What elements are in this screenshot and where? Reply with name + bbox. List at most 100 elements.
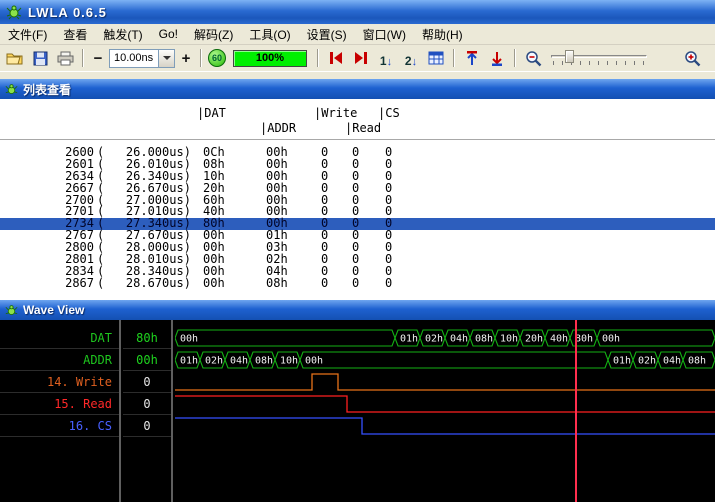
signal-name[interactable]: 16. CS: [0, 415, 119, 437]
column-header-cs: |CS: [378, 106, 400, 120]
frame-strip: [0, 71, 715, 79]
list-row[interactable]: 2867( 28.670us)00h08h000: [0, 278, 715, 290]
window-title: LWLA 0.6.5: [28, 5, 107, 20]
svg-text:04h: 04h: [663, 356, 681, 367]
sample-period-combo[interactable]: 10.00ns: [109, 49, 175, 68]
set-trigger-button[interactable]: [486, 47, 508, 69]
trigger-down-arrow-icon: [490, 51, 504, 66]
svg-text:01h: 01h: [180, 356, 198, 367]
goto-marker-1-button[interactable]: 1↓: [375, 47, 397, 69]
app-logo-icon: [6, 4, 22, 20]
skip-back-icon: [328, 51, 344, 65]
chevron-down-icon: [163, 56, 171, 60]
signal-cursor-value: 80h: [123, 327, 171, 349]
menu-item[interactable]: 设置(S): [299, 24, 355, 44]
toolbar: − 10.00ns + 60 100% 1↓ 2↓: [0, 45, 715, 71]
column-header-read: |Read: [345, 121, 381, 135]
list-view-titlebar[interactable]: 列表查看: [0, 79, 715, 99]
svg-text:00h: 00h: [602, 334, 620, 345]
header-separator: [0, 139, 715, 140]
time-cursor[interactable]: [575, 320, 577, 502]
combo-dropdown-button[interactable]: [158, 50, 174, 67]
zoom-slider[interactable]: [551, 48, 647, 68]
magnifier-minus-icon: [525, 50, 542, 67]
signal-cursor-value: 00h: [123, 349, 171, 371]
capture-progress-bar: 100%: [233, 50, 307, 67]
arrow-down-icon: ↓: [387, 56, 393, 68]
zoom-out-button[interactable]: [522, 47, 544, 69]
menu-item[interactable]: 触发(T): [95, 24, 150, 44]
toolbar-separator: [317, 49, 319, 67]
signal-name[interactable]: DAT: [0, 327, 119, 349]
zoom-in-button[interactable]: [681, 47, 703, 69]
marker-1-label: 1: [380, 54, 387, 68]
svg-text:04h: 04h: [230, 356, 248, 367]
toolbar-separator: [82, 49, 84, 67]
list-view-title: 列表查看: [23, 81, 71, 98]
slider-thumb[interactable]: [565, 50, 574, 63]
open-folder-icon: [6, 51, 24, 66]
svg-text:02h: 02h: [205, 356, 223, 367]
signal-name-column: DATADDR14. Write15. Read16. CS: [0, 320, 121, 502]
skip-forward-icon: [353, 51, 369, 65]
menu-item[interactable]: 查看: [55, 24, 95, 44]
cell: 0: [385, 278, 392, 290]
cell: 0: [352, 278, 359, 290]
menubar: 文件(F)查看触发(T)Go!解码(Z)工具(O)设置(S)窗口(W)帮助(H): [0, 24, 715, 45]
app-logo-icon: [5, 304, 18, 317]
svg-text:40h: 40h: [550, 334, 568, 345]
svg-text:02h: 02h: [638, 356, 656, 367]
column-header-write: |Write: [314, 106, 357, 120]
zoom-step-out-button[interactable]: −: [90, 47, 106, 69]
svg-text:20h: 20h: [525, 334, 543, 345]
svg-text:80h: 80h: [575, 334, 593, 345]
wave-view-body: DATADDR14. Write15. Read16. CS 80h00h000…: [0, 320, 715, 502]
floppy-disk-icon: [33, 51, 48, 66]
sample-period-value: 10.00ns: [110, 52, 158, 64]
marker-2-label: 2: [405, 54, 412, 68]
list-rows: 2600( 26.000us)0Ch00h0002601( 26.010us)0…: [0, 147, 715, 290]
open-file-button[interactable]: [4, 47, 26, 69]
signal-name[interactable]: 14. Write: [0, 371, 119, 393]
goto-start-button[interactable]: [325, 47, 347, 69]
magnifier-plus-icon: [684, 50, 701, 67]
signal-name[interactable]: ADDR: [0, 349, 119, 371]
goto-marker-2-button[interactable]: 2↓: [400, 47, 422, 69]
toolbar-separator: [200, 49, 202, 67]
svg-text:01h: 01h: [400, 334, 418, 345]
svg-text:02h: 02h: [425, 334, 443, 345]
menu-item[interactable]: 帮助(H): [414, 24, 471, 44]
menu-item[interactable]: 解码(Z): [186, 24, 241, 44]
goto-end-button[interactable]: [350, 47, 372, 69]
print-button[interactable]: [54, 47, 76, 69]
signal-name[interactable]: 15. Read: [0, 393, 119, 415]
menu-item[interactable]: 窗口(W): [355, 24, 414, 44]
save-button[interactable]: [29, 47, 51, 69]
signal-value-column: 80h00h000: [123, 320, 173, 502]
titlebar[interactable]: LWLA 0.6.5: [0, 0, 715, 24]
wave-view-title: Wave View: [23, 303, 84, 317]
list-window-button[interactable]: [425, 47, 447, 69]
menu-item[interactable]: 工具(O): [241, 24, 298, 44]
cell: 08h: [266, 278, 288, 290]
svg-text:08h: 08h: [255, 356, 273, 367]
toolbar-separator: [453, 49, 455, 67]
svg-text:10h: 10h: [500, 334, 518, 345]
goto-trigger-button[interactable]: [461, 47, 483, 69]
clock-60-badge[interactable]: 60: [208, 49, 226, 67]
trigger-up-arrow-icon: [465, 51, 479, 66]
cell: ( 28.670us): [97, 278, 191, 290]
svg-text:00h: 00h: [180, 334, 198, 345]
signal-cursor-value: 0: [123, 415, 171, 437]
zoom-step-in-button[interactable]: +: [178, 47, 194, 69]
signal-cursor-value: 0: [123, 393, 171, 415]
column-header-addr: |ADDR: [260, 121, 296, 135]
list-view-body: |DAT |Write |CS |ADDR |Read 2600( 26.000…: [0, 99, 715, 300]
arrow-down-icon: ↓: [412, 56, 418, 68]
signal-cursor-value: 0: [123, 371, 171, 393]
menu-item[interactable]: Go!: [151, 24, 186, 44]
cell: 0: [321, 278, 328, 290]
menu-item[interactable]: 文件(F): [0, 24, 55, 44]
wave-view-titlebar[interactable]: Wave View: [0, 300, 715, 320]
svg-text:08h: 08h: [475, 334, 493, 345]
